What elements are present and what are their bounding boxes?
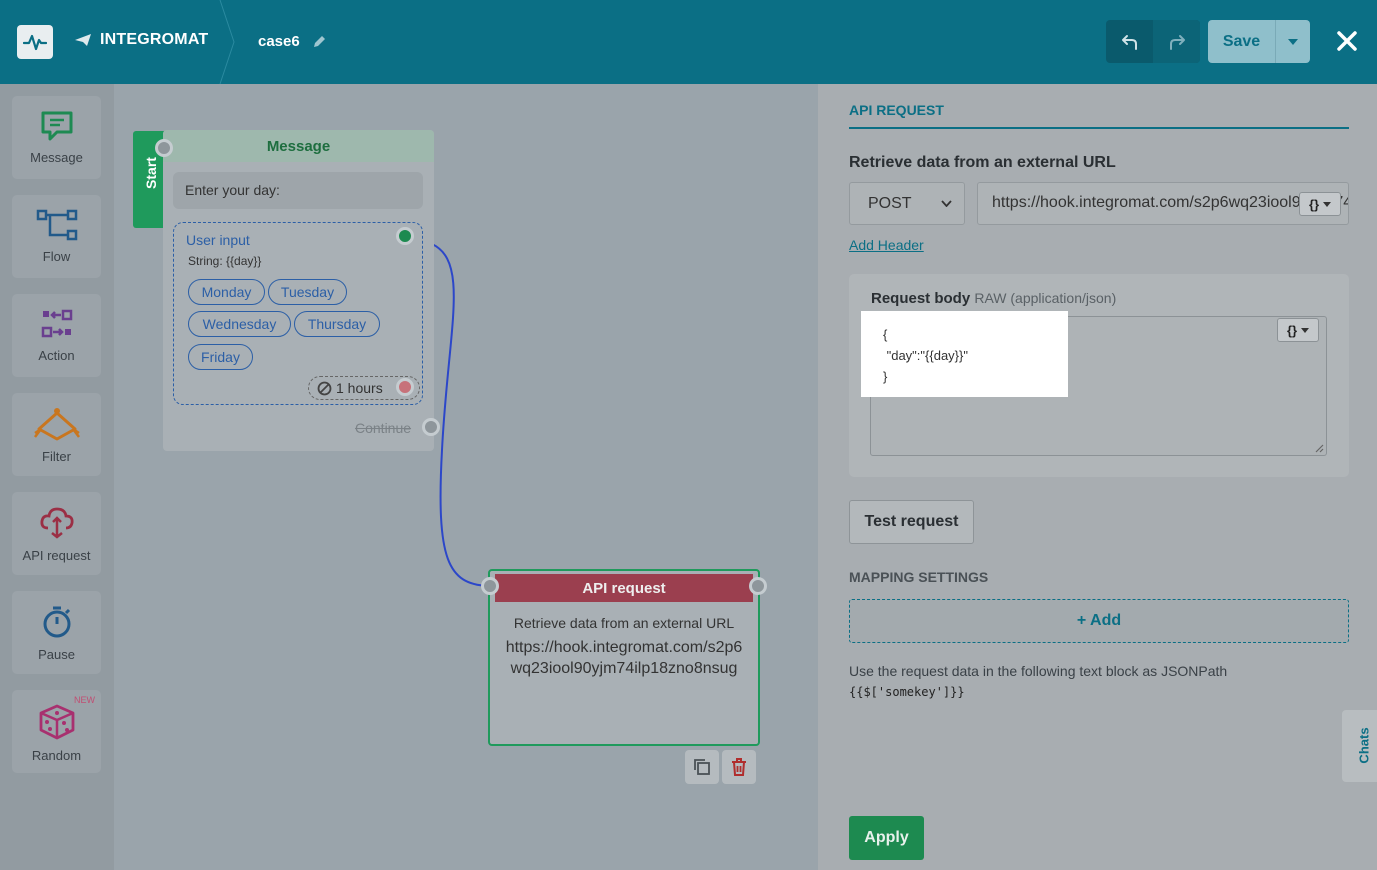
save-button[interactable]: Save bbox=[1208, 20, 1275, 63]
request-body-label: Request body RAW (application/json) bbox=[871, 290, 1116, 307]
option-chip[interactable]: Tuesday bbox=[268, 279, 347, 305]
timeout-value: 1 hours bbox=[336, 380, 383, 396]
panel-title-underline bbox=[849, 127, 1349, 129]
continue-label: Continue bbox=[355, 420, 412, 436]
api-request-node[interactable]: API request Retrieve data from an extern… bbox=[488, 569, 760, 746]
chats-tab[interactable]: Chats bbox=[1342, 710, 1377, 782]
add-header-link[interactable]: Add Header bbox=[849, 237, 924, 253]
close-icon bbox=[1337, 31, 1357, 51]
option-chip[interactable]: Thursday bbox=[294, 311, 380, 337]
save-options-button[interactable] bbox=[1275, 20, 1310, 63]
duplicate-button[interactable] bbox=[685, 750, 719, 784]
panel-subtitle: Retrieve data from an external URL bbox=[849, 154, 1116, 171]
url-input[interactable]: https://hook.integromat.com/s2p6wq23iool… bbox=[977, 182, 1349, 225]
chevron-down-icon bbox=[941, 200, 952, 207]
user-input-title: User input bbox=[186, 232, 250, 248]
add-mapping-button[interactable]: + Add bbox=[849, 599, 1349, 643]
user-input-type: String: {{day}} bbox=[188, 254, 262, 268]
resize-handle-icon[interactable] bbox=[1314, 443, 1324, 453]
option-chip[interactable]: Wednesday bbox=[188, 311, 291, 337]
mapping-settings-title: MAPPING SETTINGS bbox=[849, 569, 989, 585]
chevron-down-icon bbox=[1288, 38, 1298, 45]
block-icon bbox=[317, 381, 332, 395]
request-body-title: Request body bbox=[871, 290, 971, 307]
output-port-continue[interactable] bbox=[422, 418, 440, 436]
chats-label: Chats bbox=[1356, 727, 1372, 764]
method-value: POST bbox=[868, 194, 912, 212]
panel-title: API REQUEST bbox=[849, 102, 944, 118]
body-variable-picker-button[interactable]: {} bbox=[1277, 318, 1319, 342]
undo-icon bbox=[1121, 34, 1137, 50]
api-node-description: Retrieve data from an external URL bbox=[513, 615, 735, 631]
apply-button[interactable]: Apply bbox=[849, 816, 924, 860]
history-controls bbox=[1106, 20, 1200, 63]
mapping-hint: Use the request data in the following te… bbox=[849, 661, 1227, 702]
input-port[interactable] bbox=[481, 577, 499, 595]
delete-button[interactable] bbox=[722, 750, 756, 784]
output-port-timeout[interactable] bbox=[396, 378, 414, 396]
undo-button[interactable] bbox=[1106, 20, 1153, 63]
api-node-title: API request bbox=[495, 574, 753, 602]
request-body-code[interactable]: { "day":"{{day}}" } bbox=[883, 324, 968, 387]
braces-icon: {} bbox=[1308, 196, 1320, 212]
message-node[interactable]: Message Enter your day: User input Strin… bbox=[163, 130, 434, 451]
test-request-button[interactable]: Test request bbox=[849, 500, 974, 544]
api-node-url: https://hook.integromat.com/s2p6wq23iool… bbox=[505, 639, 743, 677]
user-input-block[interactable]: User input String: {{day}} Monday Tuesda… bbox=[173, 222, 423, 405]
redo-button[interactable] bbox=[1153, 20, 1200, 63]
message-text[interactable]: Enter your day: bbox=[173, 172, 423, 209]
close-button[interactable] bbox=[1333, 26, 1361, 56]
option-chip[interactable]: Monday bbox=[188, 279, 265, 305]
message-node-title: Message bbox=[163, 130, 434, 162]
chevron-down-icon bbox=[1301, 327, 1310, 333]
method-select[interactable]: POST bbox=[849, 182, 965, 225]
input-port[interactable] bbox=[155, 139, 173, 157]
option-chip[interactable]: Friday bbox=[188, 344, 253, 370]
mapping-hint-code: {{$['somekey']}} bbox=[849, 685, 965, 699]
redo-icon bbox=[1169, 34, 1185, 50]
save-controls: Save bbox=[1208, 20, 1310, 63]
output-port-user-input[interactable] bbox=[396, 227, 414, 245]
request-body-type: RAW (application/json) bbox=[974, 290, 1117, 306]
output-port[interactable] bbox=[749, 577, 767, 595]
trash-icon bbox=[732, 758, 746, 776]
start-label: Start bbox=[142, 157, 159, 189]
copy-icon bbox=[694, 759, 710, 775]
mapping-hint-text: Use the request data in the following te… bbox=[849, 663, 1228, 679]
chevron-down-icon bbox=[1323, 201, 1332, 207]
braces-icon: {} bbox=[1286, 322, 1298, 338]
variable-picker-button[interactable]: {} bbox=[1299, 192, 1341, 216]
